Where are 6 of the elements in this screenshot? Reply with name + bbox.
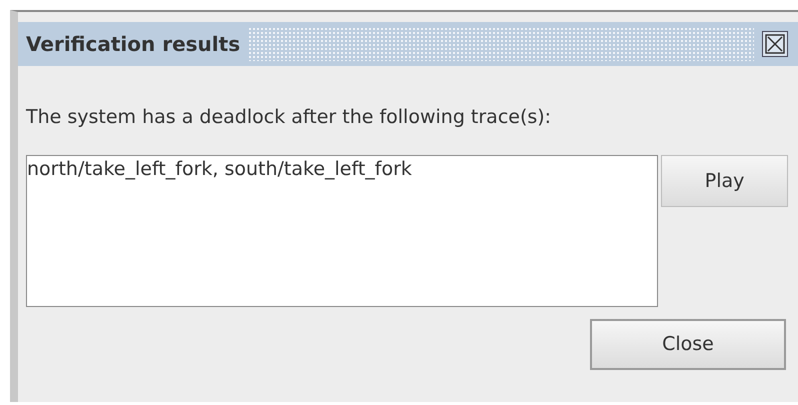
play-button[interactable]: Play: [661, 155, 788, 207]
message-text: The system has a deadlock after the following trace(s):: [26, 105, 552, 130]
trace-item[interactable]: north/take_left_fork, south/take_left_fork: [27, 156, 658, 182]
window-title: Verification results: [26, 31, 240, 58]
close-button[interactable]: Close: [590, 319, 786, 370]
close-icon[interactable]: [762, 31, 788, 57]
